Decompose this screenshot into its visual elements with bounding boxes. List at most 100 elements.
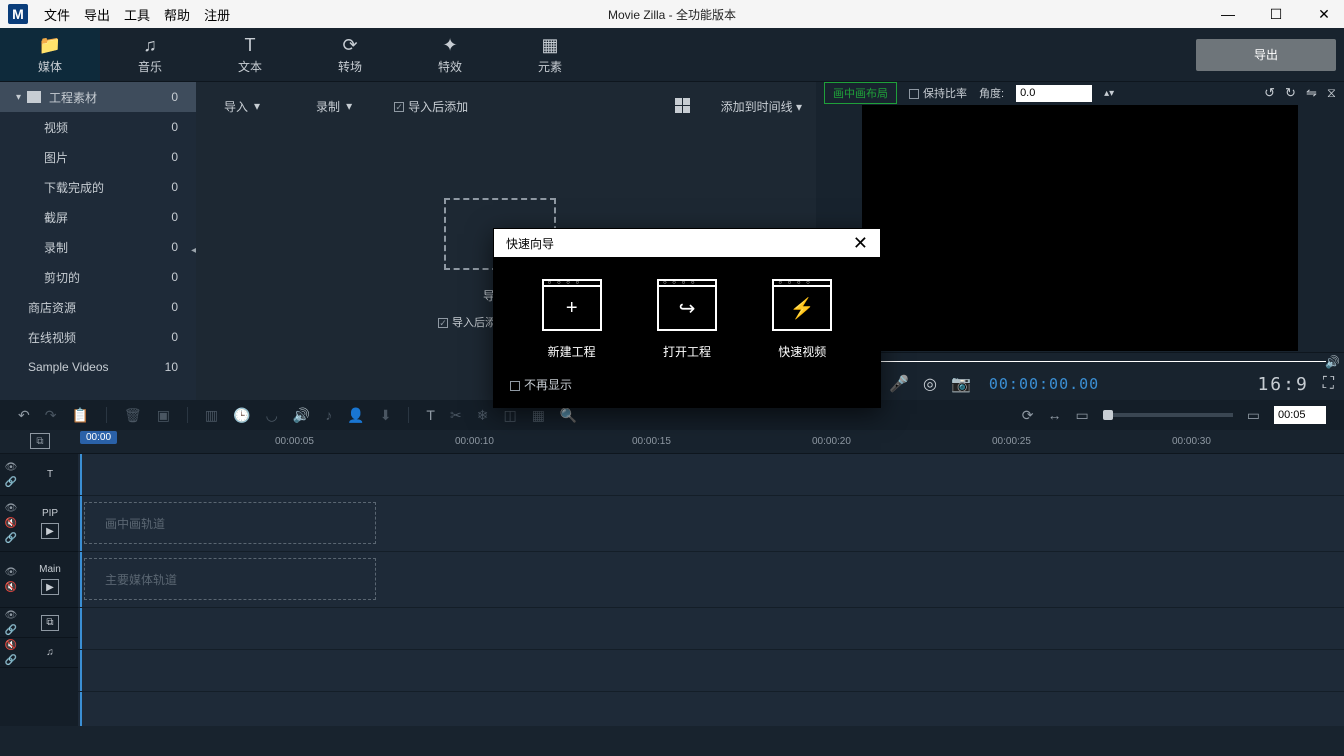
eye-icon[interactable]: 👁: [5, 503, 18, 514]
menu-tools[interactable]: 工具: [124, 5, 150, 24]
link-icon[interactable]: 🔗: [5, 477, 17, 488]
rotate-left-icon[interactable]: ↺: [1264, 85, 1275, 101]
sidebar-item-samples[interactable]: Sample Videos10: [0, 352, 196, 382]
clock-icon[interactable]: 🕒: [233, 407, 250, 424]
tab-media[interactable]: 📁媒体: [0, 28, 100, 81]
zoom-out-icon[interactable]: ▭: [1076, 407, 1089, 424]
microphone-icon[interactable]: 🎤: [889, 374, 909, 394]
snapshot-icon[interactable]: 📷: [951, 374, 971, 394]
export-clip-icon[interactable]: ▣: [157, 407, 170, 424]
main-track-placeholder[interactable]: 主要媒体轨道: [84, 558, 376, 600]
fit-icon[interactable]: ↔: [1048, 407, 1062, 423]
passage-icon[interactable]: ◡: [266, 407, 278, 424]
zoom-in-icon[interactable]: ▭: [1247, 407, 1260, 424]
preview-scrubber[interactable]: 🔊: [816, 352, 1344, 368]
export-button[interactable]: 导出: [1196, 39, 1336, 71]
close-button[interactable]: ✕: [1312, 6, 1336, 23]
zoom-slider[interactable]: [1103, 413, 1233, 417]
sidebar-label: 图片: [44, 149, 68, 166]
sidebar-item-record[interactable]: 录制0: [0, 232, 196, 262]
person-icon[interactable]: 👤: [347, 407, 364, 424]
menu-file[interactable]: 文件: [44, 5, 70, 24]
sidebar-item-screenshot[interactable]: 截屏0: [0, 202, 196, 232]
sidebar-item-cut[interactable]: 剪切的0: [0, 262, 196, 292]
zoom-handle[interactable]: [1103, 410, 1113, 420]
text-tool-icon[interactable]: T: [426, 407, 435, 423]
mute-icon[interactable]: 🔇: [5, 640, 17, 651]
option-label: 打开工程: [663, 343, 711, 360]
minimize-button[interactable]: —: [1216, 6, 1240, 23]
mute-icon[interactable]: 🔇: [5, 582, 17, 593]
flip-vertical-icon[interactable]: ⧖: [1327, 85, 1336, 101]
zoom-icon[interactable]: 🔍: [560, 407, 577, 424]
fullscreen-icon[interactable]: ⛶: [1323, 375, 1334, 393]
grid-view-icon[interactable]: [675, 98, 691, 114]
sidebar-item-online[interactable]: 在线视频0: [0, 322, 196, 352]
sidebar-item-video[interactable]: 视频0: [0, 112, 196, 142]
pip-track-placeholder[interactable]: 画中画轨道: [84, 502, 376, 544]
aspect-ratio[interactable]: 16:9: [1257, 374, 1308, 395]
marker-icon[interactable]: ⬇: [380, 407, 392, 424]
crop-icon[interactable]: ◫: [503, 407, 516, 424]
menu-help[interactable]: 帮助: [164, 5, 190, 24]
music-adj-icon[interactable]: ♪: [325, 407, 332, 423]
sidebar-item-image[interactable]: 图片0: [0, 142, 196, 172]
clipboard-icon[interactable]: 📋: [71, 407, 88, 424]
playhead-marker[interactable]: 00:00: [80, 431, 117, 444]
timeline-ruler[interactable]: ⧉ 00:00 00:00:0500:00:1000:00:1500:00:20…: [0, 430, 1344, 454]
tab-elements[interactable]: ▦元素: [500, 28, 600, 81]
track-head-text[interactable]: T: [22, 454, 78, 495]
tab-transition[interactable]: ⟳转场: [300, 28, 400, 81]
add-layer-icon[interactable]: ⧉: [30, 433, 50, 449]
record-dropdown[interactable]: 录制▾: [302, 98, 366, 115]
open-project-option[interactable]: ○ ○ ○ ○↪打开工程: [657, 285, 717, 360]
zoom-time-box[interactable]: 00:05: [1274, 406, 1326, 424]
menu-export[interactable]: 导出: [84, 5, 110, 24]
undo-icon[interactable]: ↶: [18, 407, 30, 424]
track-head-pip[interactable]: PIP▶: [22, 496, 78, 551]
sidebar-item-store[interactable]: 商店资源0: [0, 292, 196, 322]
eye-icon[interactable]: 👁: [5, 462, 18, 473]
dont-show-checkbox[interactable]: 不再显示: [494, 370, 880, 407]
dialog-close-button[interactable]: ✕: [853, 233, 868, 254]
menu-register[interactable]: 注册: [204, 5, 230, 24]
redo-icon[interactable]: ↷: [45, 407, 57, 424]
link-icon[interactable]: 🔗: [5, 625, 17, 636]
angle-stepper[interactable]: ▴▾: [1104, 88, 1114, 99]
keep-ratio-checkbox[interactable]: 保持比率: [909, 85, 967, 101]
maximize-button[interactable]: ☐: [1264, 6, 1288, 23]
tab-music[interactable]: ♫音乐: [100, 28, 200, 81]
quick-wizard-dialog: 快速向导 ✕ ○ ○ ○ ○+新建工程 ○ ○ ○ ○↪打开工程 ○ ○ ○ ○…: [493, 228, 881, 408]
mosaic-icon[interactable]: ▦: [532, 407, 545, 424]
import-after-checkbox[interactable]: 导入后添加: [394, 98, 468, 115]
scissors-icon[interactable]: ✂: [450, 407, 462, 424]
focus-icon[interactable]: ◎: [923, 374, 937, 394]
sidebar-item-downloaded[interactable]: 下载完成的0: [0, 172, 196, 202]
delete-icon[interactable]: 🗑: [124, 407, 142, 424]
add-to-timeline-dropdown[interactable]: 添加到时间线 ▾: [721, 98, 802, 115]
rotate-right-icon[interactable]: ↻: [1285, 85, 1296, 101]
tab-effects[interactable]: ✦特效: [400, 28, 500, 81]
eye-icon[interactable]: 👁: [5, 567, 18, 578]
quick-video-option[interactable]: ○ ○ ○ ○⚡快速视频: [772, 285, 832, 360]
track-head-main[interactable]: Main▶: [22, 552, 78, 607]
pip-layout-button[interactable]: 画中画布局: [824, 82, 897, 104]
import-dropdown[interactable]: 导入▾: [210, 98, 274, 115]
mute-icon[interactable]: 🔇: [5, 518, 17, 529]
eye-icon[interactable]: 👁: [5, 610, 18, 621]
auto-refresh-icon[interactable]: ⟳: [1022, 407, 1034, 424]
link-icon[interactable]: 🔗: [5, 533, 17, 544]
tab-text[interactable]: T文本: [200, 28, 300, 81]
link-icon[interactable]: 🔗: [5, 655, 17, 666]
columns-icon[interactable]: ▥: [205, 407, 218, 424]
sidebar-item-project-assets[interactable]: ▾工程素材0: [0, 82, 196, 112]
angle-input[interactable]: [1016, 85, 1092, 102]
track-body[interactable]: 画中画轨道 主要媒体轨道: [78, 454, 1344, 726]
track-head-audio[interactable]: ♫: [22, 638, 78, 667]
flip-horizontal-icon[interactable]: ⇋: [1306, 85, 1317, 101]
track-head-overlay[interactable]: ⧉: [22, 608, 78, 637]
volume-icon[interactable]: 🔊: [1325, 355, 1340, 369]
volume-icon[interactable]: 🔊: [293, 407, 310, 424]
new-project-option[interactable]: ○ ○ ○ ○+新建工程: [542, 285, 602, 360]
freeze-icon[interactable]: ❄: [477, 407, 489, 424]
